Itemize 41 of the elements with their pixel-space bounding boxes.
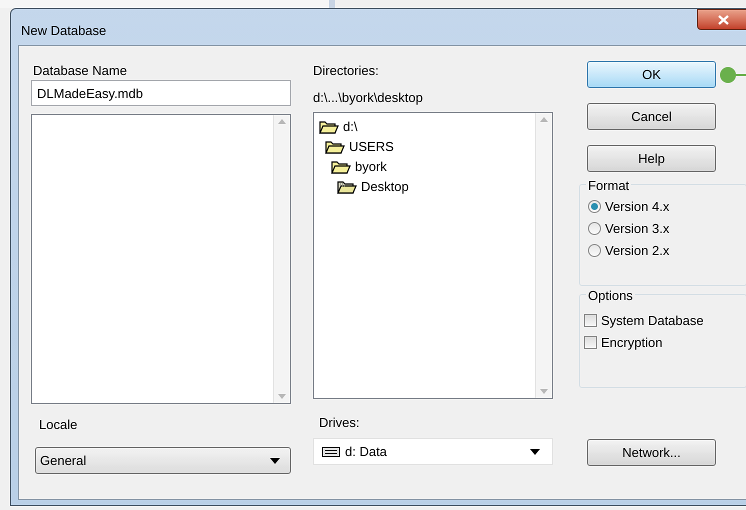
scroll-up-icon[interactable] [278, 119, 286, 124]
checkbox-label: System Database [601, 312, 704, 330]
drives-dropdown[interactable]: d: Data [313, 438, 553, 465]
locale-dropdown[interactable]: General [35, 447, 291, 474]
radio-button[interactable] [588, 222, 601, 235]
dialog-button[interactable]: Cancel [587, 103, 716, 130]
directory-path: d:\...\byork\desktop [313, 89, 424, 104]
drive-icon [322, 446, 340, 456]
folder-item[interactable]: Desktop [360, 177, 410, 197]
database-name-label: Database Name [32, 62, 128, 77]
checkbox[interactable] [584, 314, 597, 327]
window-title: New Database [21, 22, 106, 40]
scrollbar[interactable] [535, 113, 552, 398]
dialog-button[interactable]: OK [587, 61, 716, 88]
close-button[interactable] [697, 9, 746, 30]
scroll-down-icon[interactable] [540, 389, 548, 394]
caret-icon [270, 458, 280, 464]
folder-item[interactable]: USERS [348, 137, 395, 157]
caret-icon [530, 448, 540, 454]
close-icon [718, 14, 728, 24]
checkbox[interactable] [584, 336, 597, 349]
checkbox-label: Encryption [601, 334, 662, 352]
radio-button[interactable] [588, 244, 601, 257]
radio-label: Version 3.x [605, 220, 670, 238]
file-list[interactable] [31, 114, 291, 404]
scrollbar[interactable] [273, 115, 290, 403]
directory-list[interactable]: d:\ USERS byork Desktop [313, 112, 553, 399]
pointer-marker-icon [719, 66, 746, 84]
radio-button[interactable] [588, 200, 601, 213]
directories-label: Directories: [313, 62, 380, 77]
scroll-down-icon[interactable] [278, 394, 286, 399]
radio-label: Version 4.x [605, 198, 670, 216]
folder-item[interactable]: byork [354, 157, 388, 177]
dialog-button[interactable]: Network... [587, 439, 716, 466]
locale-label: Locale [38, 416, 78, 431]
folder-item[interactable]: d:\ [342, 117, 358, 137]
scroll-up-icon[interactable] [540, 117, 548, 122]
database-name-field[interactable]: DLMadeEasy.mdb [31, 80, 291, 106]
drives-label: Drives: [318, 414, 360, 429]
radio-label: Version 2.x [605, 242, 670, 260]
dialog-button[interactable]: Help [587, 145, 716, 172]
